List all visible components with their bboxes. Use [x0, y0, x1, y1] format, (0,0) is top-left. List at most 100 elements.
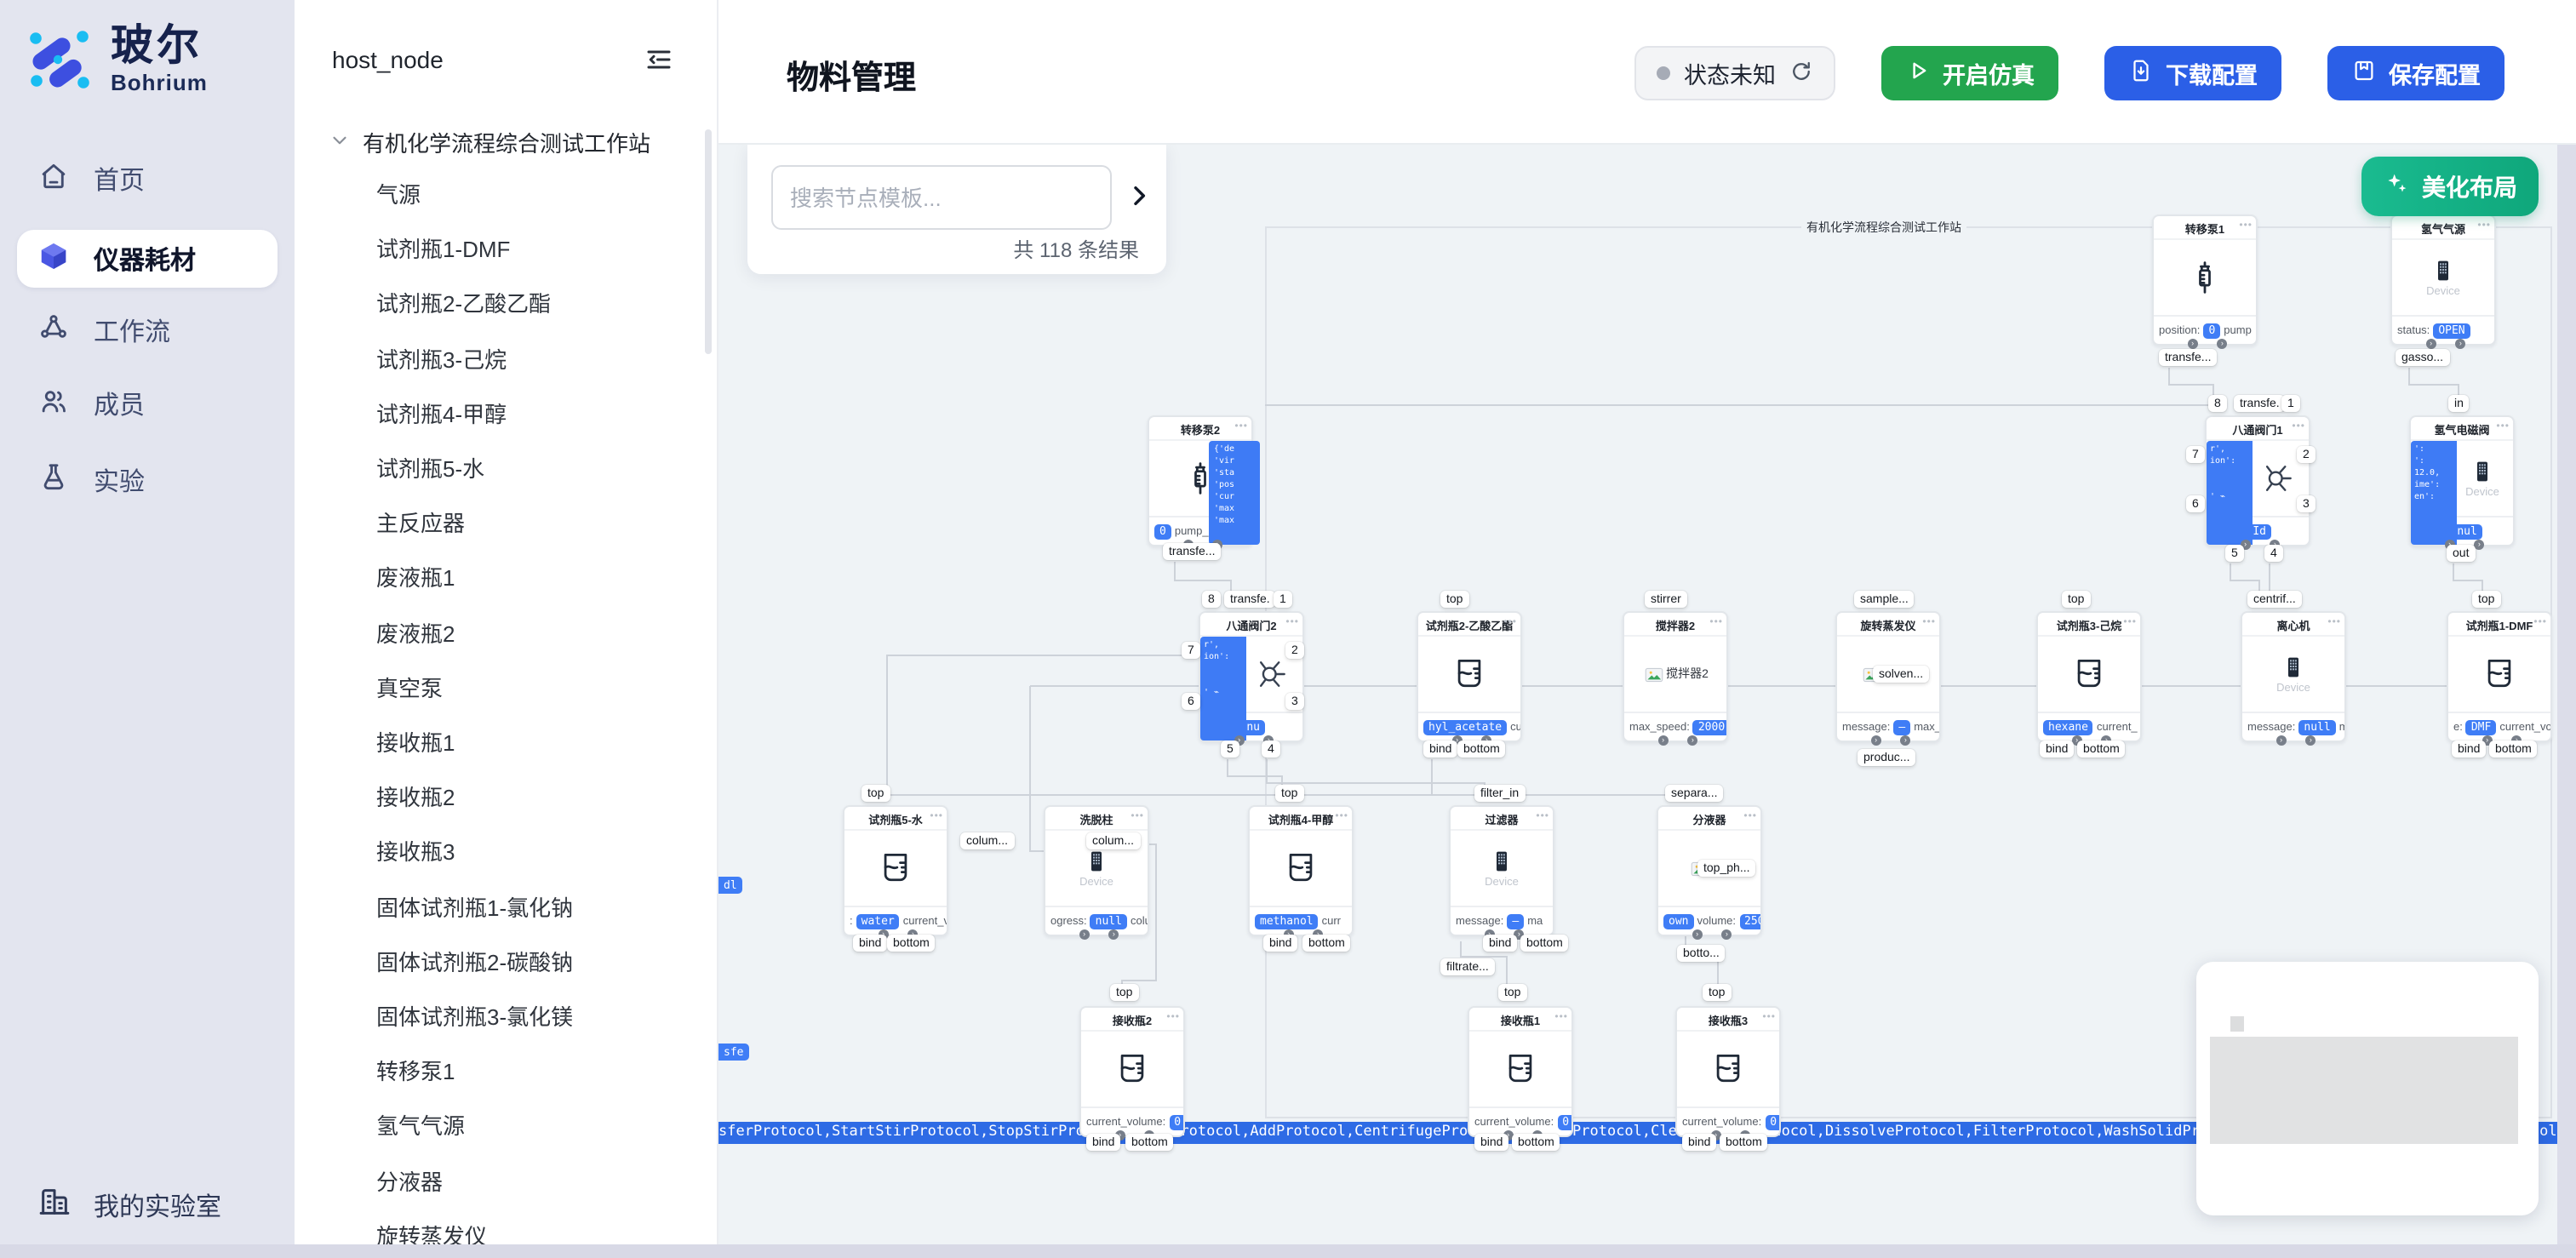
param-value-badge[interactable]: own	[1663, 913, 1694, 929]
connector-dot[interactable]: ›	[1079, 929, 1090, 940]
param-value-badge[interactable]: —	[1507, 913, 1524, 929]
handle-pill[interactable]: 1	[2281, 395, 2300, 412]
node-menu-icon[interactable]: •••	[1743, 807, 1757, 829]
handle-pill[interactable]: top	[1498, 984, 1526, 1001]
tree-item[interactable]: 气源	[376, 177, 421, 209]
sidebar-item-workflow[interactable]: 工作流	[17, 305, 278, 356]
param-value-badge[interactable]: 0	[1557, 1114, 1571, 1129]
handle-pill[interactable]: in	[2448, 395, 2470, 412]
node-menu-icon[interactable]: •••	[1554, 1008, 1568, 1030]
tree-item[interactable]: 固体试剂瓶3-氯化镁	[376, 999, 573, 1032]
canvas-node-bottle-5[interactable]: 试剂瓶5-水•••:watercurrent_v››	[843, 805, 948, 936]
handle-pill[interactable]: solven...	[1873, 666, 1929, 683]
canvas-node-valve-8way-2[interactable]: 八通阀门2•••r',ion': ' ⌁status:nu››	[1199, 611, 1304, 742]
handle-pill[interactable]: transfe.	[2234, 395, 2286, 412]
tree-item[interactable]: 主反应器	[376, 506, 465, 538]
tree-item[interactable]: 氢气气源	[376, 1109, 465, 1141]
handle-pill[interactable]: 5	[2225, 545, 2244, 562]
tree-item[interactable]: 试剂瓶1-DMF	[376, 232, 510, 264]
param-value-badge[interactable]: 0	[1154, 523, 1171, 539]
tree-root-item[interactable]: 有机化学流程综合测试工作站	[329, 126, 650, 158]
tree-item[interactable]: 固体试剂瓶1-氯化钠	[376, 889, 573, 922]
handle-pill[interactable]: top	[2472, 591, 2500, 608]
connector-dot[interactable]: ›	[1658, 735, 1669, 746]
node-menu-icon[interactable]: •••	[1335, 807, 1348, 829]
handle-pill[interactable]: produc...	[1858, 749, 1916, 766]
connector-dot[interactable]: ›	[2188, 339, 2198, 349]
handle-pill[interactable]: bind	[1263, 935, 1297, 952]
tree-item[interactable]: 废液瓶2	[376, 615, 455, 648]
handle-pill[interactable]: 4	[2264, 545, 2283, 562]
node-menu-icon[interactable]: •••	[2496, 417, 2510, 439]
node-menu-icon[interactable]: •••	[1234, 417, 1248, 439]
handle-pill[interactable]: bottom	[1457, 741, 1506, 758]
handle-pill[interactable]: bind	[2040, 741, 2074, 758]
canvas-node-transfer-pump-1[interactable]: 转移泵1•••position:0pump››	[2152, 214, 2258, 346]
handle-pill[interactable]: separa...	[1665, 785, 1724, 802]
param-value-badge[interactable]: 0	[1169, 1114, 1183, 1129]
refresh-icon[interactable]	[1789, 59, 1813, 88]
param-value-badge[interactable]: 250	[1739, 913, 1760, 929]
handle-pill[interactable]: 7	[1182, 642, 1200, 659]
handle-pill[interactable]: botto...	[1677, 945, 1726, 962]
node-menu-icon[interactable]: •••	[2292, 417, 2305, 439]
param-value-badge[interactable]: 0	[2203, 323, 2220, 338]
sidebar-item-home[interactable]: 首页	[17, 153, 278, 204]
handle-pill[interactable]: top	[1703, 984, 1731, 1001]
handle-pill[interactable]: 1	[1274, 591, 1292, 608]
param-value-badge[interactable]: DMF	[2466, 719, 2497, 735]
canvas-node-h2-solenoid[interactable]: 氢气电磁阀•••':':12.0,ime':en':Devicestatus:n…	[2409, 415, 2515, 546]
node-menu-icon[interactable]: •••	[1503, 613, 1517, 635]
handle-pill[interactable]: 6	[1182, 693, 1200, 710]
handle-pill[interactable]: 3	[2297, 495, 2316, 512]
node-menu-icon[interactable]: •••	[2123, 613, 2137, 635]
param-value-badge[interactable]: hexane	[2043, 719, 2093, 735]
handle-pill[interactable]: bottom	[887, 935, 936, 952]
handle-pill[interactable]: bind	[853, 935, 887, 952]
handle-pill[interactable]: 2	[1285, 642, 1304, 659]
tree-item[interactable]: 废液瓶1	[376, 561, 455, 593]
handle-pill[interactable]: bottom	[1720, 1134, 1768, 1151]
handle-pill[interactable]: centrif...	[2247, 591, 2302, 608]
connector-dot[interactable]: ›	[2426, 339, 2436, 349]
canvas-node-h2-gas-source[interactable]: 氢气气源•••Devicestatus:OPEN››	[2390, 214, 2496, 346]
param-value-badge[interactable]: hyl_acetate	[1423, 719, 1507, 735]
tree-item[interactable]: 接收瓶1	[376, 725, 455, 758]
handle-pill[interactable]: bind	[1423, 741, 1457, 758]
tree-scrollbar[interactable]	[705, 129, 712, 354]
handle-pill[interactable]: 6	[2186, 495, 2205, 512]
handle-pill[interactable]: top	[862, 785, 890, 802]
handle-pill[interactable]: colum...	[1086, 832, 1140, 849]
canvas-node-filter[interactable]: 过滤器•••Devicemessage:—ma››	[1449, 805, 1554, 936]
node-menu-icon[interactable]: •••	[1166, 1008, 1180, 1030]
handle-pill[interactable]: bottom	[1125, 1134, 1174, 1151]
canvas-node-centrifuge[interactable]: 离心机•••Devicemessage:nullma››	[2241, 611, 2346, 742]
handle-pill[interactable]: 8	[1202, 591, 1221, 608]
handle-pill[interactable]: bind	[1483, 935, 1517, 952]
param-value-badge[interactable]: —	[1893, 719, 1910, 735]
canvas-node-valve-8way-1[interactable]: 八通阀门1•••r',ion': ' ⌁status:Id››	[2205, 415, 2310, 546]
node-menu-icon[interactable]: •••	[1762, 1008, 1776, 1030]
handle-pill[interactable]: bind	[2452, 741, 2486, 758]
handle-pill[interactable]: top	[2062, 591, 2090, 608]
tree-item[interactable]: 试剂瓶4-甲醇	[376, 397, 507, 429]
collapse-panel-icon[interactable]	[644, 44, 674, 75]
vertical-scrollbar[interactable]	[2557, 145, 2576, 1258]
param-value-badge[interactable]: 2000	[1693, 719, 1726, 735]
handle-pill[interactable]: bottom	[1302, 935, 1351, 952]
tree-item[interactable]: 试剂瓶3-己烷	[376, 341, 507, 374]
flow-canvas[interactable]: 有机化学流程综合测试工作站 sferProtocol,StartStirProt…	[718, 145, 2576, 1258]
connector-dot[interactable]: ›	[1692, 929, 1703, 940]
tree-item[interactable]: 接收瓶3	[376, 835, 455, 867]
tree-item[interactable]: 真空泵	[376, 671, 443, 703]
handle-pill[interactable]: transfe...	[2159, 349, 2217, 366]
node-menu-icon[interactable]: •••	[2239, 216, 2253, 238]
handle-pill[interactable]: filter_in	[1474, 785, 1525, 802]
handle-pill[interactable]: sample...	[1854, 591, 1915, 608]
handle-pill[interactable]: filtrate...	[1440, 958, 1495, 975]
handle-pill[interactable]: top	[1275, 785, 1303, 802]
canvas-node-stirrer-2[interactable]: 搅拌器2•••搅拌器2max_speed:2000››	[1623, 611, 1728, 742]
tree-item[interactable]: 固体试剂瓶2-碳酸钠	[376, 945, 573, 977]
canvas-node-bottle-4[interactable]: 试剂瓶4-甲醇•••methanolcurr››	[1248, 805, 1354, 936]
handle-pill[interactable]: top	[1440, 591, 1468, 608]
